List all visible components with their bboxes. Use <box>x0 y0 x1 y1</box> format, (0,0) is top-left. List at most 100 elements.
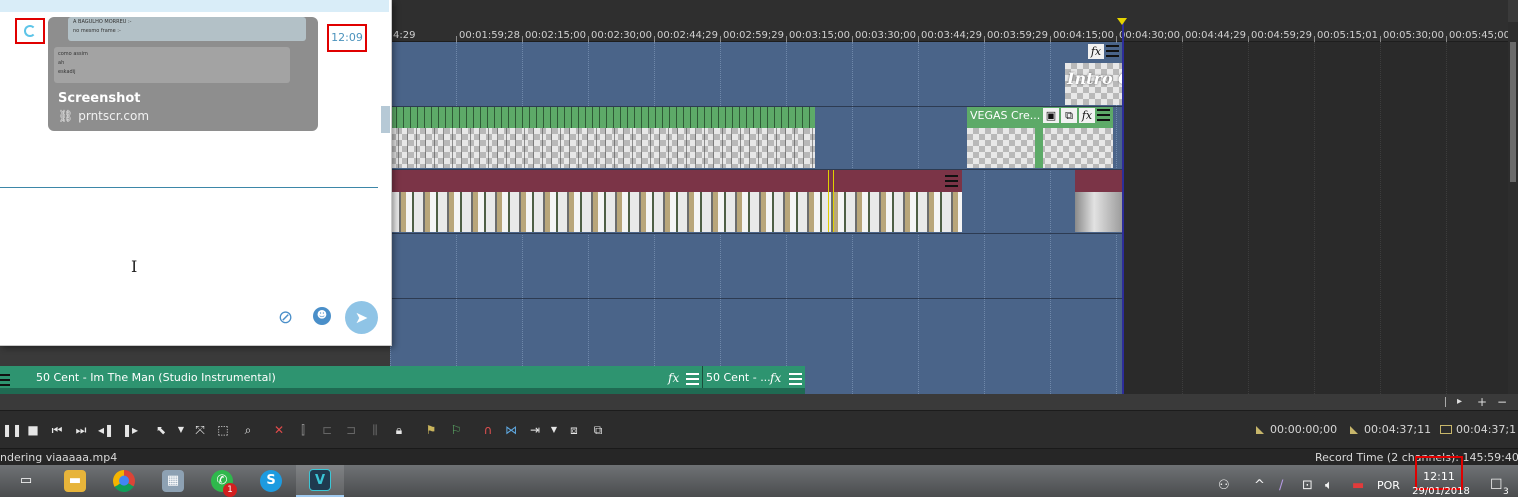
volume-icon[interactable]: 🔈︎ <box>1325 478 1333 493</box>
video-events-photos[interactable] <box>390 170 962 232</box>
preview-line: no mesmo frame :- <box>73 28 121 34</box>
preview-line: eskadij <box>58 69 76 75</box>
fx-icon[interactable]: fx <box>770 371 781 385</box>
track-area-empty[interactable] <box>1123 42 1508 394</box>
menu-icon[interactable] <box>686 373 699 386</box>
taskbar-vegas-button[interactable]: V <box>296 465 344 497</box>
scroll-thumb[interactable] <box>1510 42 1516 182</box>
ruler-label: 00:02:30;00 <box>591 30 653 41</box>
region-icon[interactable]: ⚐ <box>448 422 464 438</box>
taskbar-task-view-button[interactable]: ▭ <box>2 465 50 497</box>
chat-window: A BAGULHO MORREU :- no mesmo frame :- co… <box>0 0 392 346</box>
next-frame-icon[interactable]: ❚▸ <box>122 422 138 438</box>
selection-tool-icon[interactable]: ⬚ <box>216 422 230 438</box>
lock-icon[interactable]: 🔒︎ <box>392 422 406 438</box>
taskbar-chrome-button[interactable]: ● <box>100 465 148 497</box>
trim-start-icon[interactable]: ⊏ <box>320 422 334 438</box>
link-url[interactable]: ⛓ prntscr.com <box>58 109 149 123</box>
emoji-icon[interactable]: ☻ <box>313 307 331 325</box>
photos-icon: ▦ <box>162 470 184 492</box>
pan-icon[interactable]: ⧉ <box>1061 108 1077 123</box>
horizontal-scrollbar[interactable]: ▸ + − <box>0 394 1518 410</box>
menu-icon[interactable] <box>0 374 10 387</box>
ruler-label: 00:01:59;28 <box>459 30 521 41</box>
taskbar-skype-button[interactable]: S <box>247 465 295 497</box>
ruler-label: 00:04:44;29 <box>1185 30 1247 41</box>
send-button[interactable]: ➤ <box>345 301 378 334</box>
taskbar-photos-button[interactable]: ▦ <box>149 465 197 497</box>
event-icons: ▣ ⧉ fx <box>1043 108 1110 123</box>
vertical-scrollbar[interactable] <box>1508 22 1518 394</box>
pen-icon[interactable]: ∕ <box>1279 478 1283 493</box>
ripple-dropdown-icon[interactable]: ▼ <box>549 422 559 438</box>
network-icon[interactable]: ⊡ <box>1302 478 1313 493</box>
selection-end[interactable]: 00:04:37;11 <box>1350 423 1431 436</box>
pause-icon[interactable]: ❚❚ <box>2 422 22 438</box>
ruler-label: 00:03:30;00 <box>855 30 917 41</box>
attach-icon[interactable]: ⊘ <box>278 307 293 328</box>
clock-date[interactable]: 29/01/2018 <box>1411 486 1471 497</box>
crop-icon[interactable]: ▣ <box>1043 108 1059 123</box>
preview-bubble: como assim ah eskadij <box>54 47 290 83</box>
people-icon[interactable]: ⚇ <box>1218 478 1230 493</box>
menu-icon[interactable] <box>789 373 802 386</box>
video-events-green[interactable] <box>390 107 815 168</box>
zoom-in-icon[interactable]: + <box>1477 395 1487 409</box>
vegas-credits-event[interactable]: VEGAS Cre... ▣ ⧉ fx <box>967 107 1113 168</box>
taskbar-whatsapp-button[interactable]: ✆ <box>198 465 246 497</box>
menu-icon[interactable] <box>1097 109 1110 122</box>
selection-end-value: 00:04:37;11 <box>1364 423 1432 436</box>
audio-event-title: 50 Cent - Im The Man (Studio Instrumenta… <box>36 371 276 384</box>
chat-scroll-thumb[interactable] <box>381 106 390 133</box>
action-center-icon[interactable]: ☐ <box>1490 477 1503 493</box>
ignore-grouping-icon[interactable]: ⧉ <box>590 422 606 438</box>
selection-length-value: 00:04:37;1 <box>1456 423 1517 436</box>
go-to-end-icon[interactable]: ⏭ <box>74 422 88 438</box>
end-marker[interactable] <box>1117 18 1127 25</box>
delete-icon[interactable]: ✕ <box>272 422 286 438</box>
lock-envelopes-icon[interactable]: ⧈ <box>566 422 582 438</box>
audio-track[interactable]: 50 Cent - Im The Man (Studio Instrumenta… <box>0 366 805 394</box>
fx-icon[interactable]: fx <box>1079 108 1095 123</box>
envelope-tool-icon[interactable]: ⤧ <box>193 422 207 438</box>
fx-icon[interactable]: fx <box>668 371 679 385</box>
language-indicator[interactable]: POR <box>1377 479 1400 492</box>
trim-icon[interactable]: ⫿ <box>296 422 310 438</box>
message-time: 12:09 <box>327 24 367 52</box>
go-to-start-icon[interactable]: ⏮ <box>50 422 64 438</box>
grid-line <box>1182 42 1183 394</box>
stop-icon[interactable]: ■ <box>26 422 40 438</box>
selected-event-marker <box>828 170 834 232</box>
ruler-label: 00:02:59;29 <box>723 30 785 41</box>
fx-icon[interactable]: fx <box>1088 44 1104 59</box>
time-ruler[interactable]: 4:29 00:01:59;28 00:02:15;00 00:02:30;00 00:… <box>390 0 1518 42</box>
show-hidden-icons-icon[interactable]: ^ <box>1254 478 1265 493</box>
transport-toolbar: ❚❚ ■ ⏮ ⏭ ◂❚ ❚▸ ⬉ ▼ ⤧ ⬚ ⌕ ✕ ⫿ ⊏ ⊐ ⫼ 🔒︎ ⚑ … <box>0 410 1518 448</box>
ruler-label: 00:05:45;00 <box>1449 30 1511 41</box>
snapping-icon[interactable]: ∩ <box>480 422 496 438</box>
split-icon[interactable]: ⫼ <box>368 422 382 438</box>
menu-icon[interactable] <box>945 175 958 188</box>
vegas-icon: V <box>309 469 331 491</box>
antivirus-icon[interactable]: ▬ <box>1352 478 1364 493</box>
zoom-out-icon[interactable]: − <box>1497 395 1507 409</box>
selection-length[interactable]: 00:04:37;1 <box>1440 423 1516 436</box>
taskbar-file-explorer-button[interactable]: ▬ <box>51 465 99 497</box>
ripple-edit-icon[interactable]: ⇥ <box>527 422 543 438</box>
clock-time[interactable]: 12:11 <box>1415 470 1463 483</box>
marker-icon[interactable]: ⚑ <box>424 422 438 438</box>
audio-event-title-2: 50 Cent - ... <box>706 371 771 384</box>
link-preview-card[interactable]: A BAGULHO MORREU :- no mesmo frame :- co… <box>48 17 318 131</box>
tool-dropdown-icon[interactable]: ▼ <box>176 422 186 438</box>
selection-start[interactable]: 00:00:00;00 <box>1256 423 1337 436</box>
video-event-end[interactable] <box>1075 170 1123 232</box>
previous-frame-icon[interactable]: ◂❚ <box>98 422 114 438</box>
normal-edit-tool-icon[interactable]: ⬉ <box>152 422 170 438</box>
trim-end-icon[interactable]: ⊐ <box>344 422 358 438</box>
intro-title-event[interactable]: fx Intro Cl <box>1065 43 1122 105</box>
scroll-right-icon[interactable]: ▸ <box>1457 396 1462 407</box>
menu-icon[interactable] <box>1106 45 1119 58</box>
render-status: ndering viaaaaa.mp4 <box>0 451 118 464</box>
auto-crossfade-icon[interactable]: ⋈ <box>503 422 519 438</box>
zoom-tool-icon[interactable]: ⌕ <box>240 422 256 438</box>
